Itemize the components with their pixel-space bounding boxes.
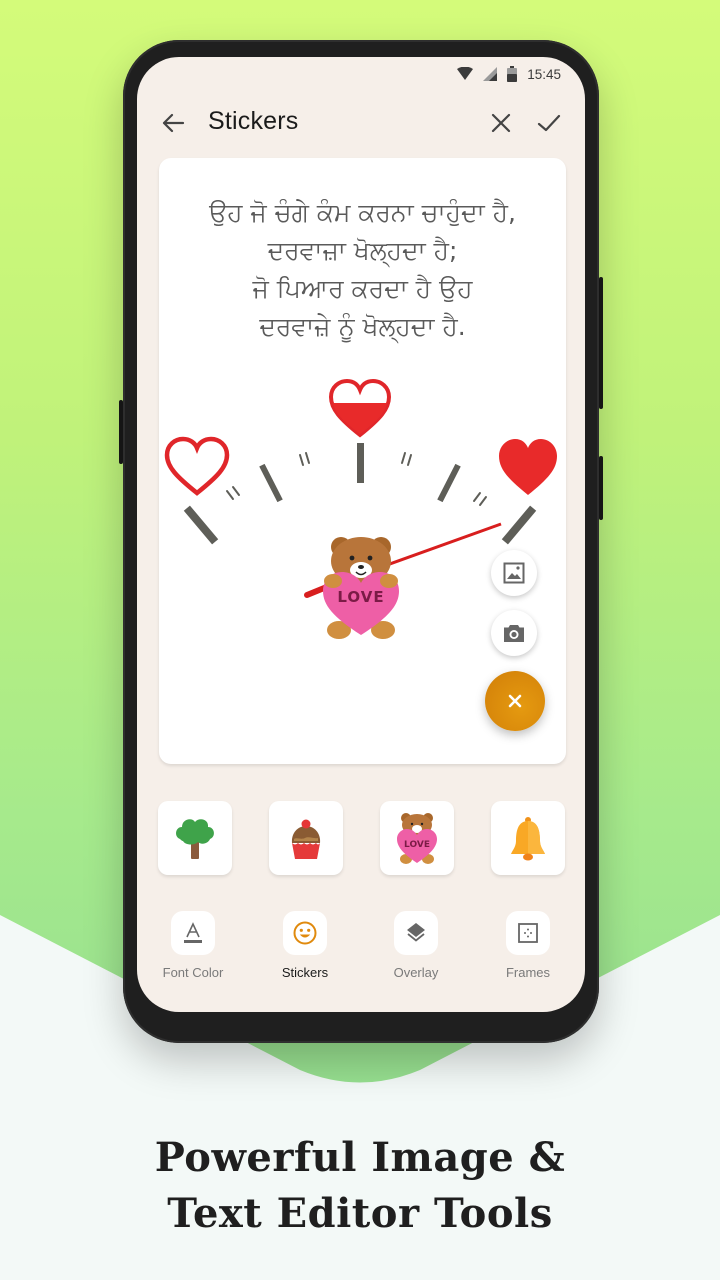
page-title: Stickers: [208, 107, 299, 135]
promo-tagline: Powerful Image & Text Editor Tools: [0, 1130, 720, 1242]
full-heart-icon: [499, 439, 557, 495]
teddy-love-sticker[interactable]: LOVE: [323, 537, 399, 639]
sticker-tree[interactable]: [158, 801, 232, 875]
layers-icon: [407, 923, 425, 942]
check-icon[interactable]: [535, 109, 563, 137]
love-gauge-graphic: LOVE: [164, 378, 557, 639]
battery-icon: [507, 66, 518, 82]
quote-line: ਜੋ ਪਿਆਰ ਕਰਦਾ ਹੈ ਉਹ: [252, 274, 473, 303]
bell-icon: [511, 817, 545, 861]
cupcake-icon: [291, 819, 321, 859]
tool-label: Stickers: [281, 965, 329, 980]
half-heart-icon: [328, 378, 392, 438]
smiley-icon: [293, 921, 317, 945]
phone-side-button: [599, 277, 603, 409]
empty-heart-icon: [164, 436, 230, 496]
font-color-icon: [184, 922, 202, 943]
close-menu-fab[interactable]: [485, 671, 545, 731]
editor-canvas[interactable]: ਉਹ ਜੋ ਚੰਗੇ ਕੰਮ ਕਰਨਾ ਚਾਹੁੰਦਾ ਹੈ, ਦਰਵਾਜ਼ਾ …: [159, 158, 566, 764]
phone-side-button: [119, 400, 123, 464]
phone-side-button: [599, 456, 603, 520]
add-image-button[interactable]: [491, 550, 537, 596]
close-icon[interactable]: [487, 109, 515, 137]
status-time: 15:45: [527, 66, 561, 82]
camera-button[interactable]: [491, 610, 537, 656]
arrow-left-icon[interactable]: [159, 109, 187, 137]
close-icon: [508, 694, 522, 708]
tree-icon: [176, 819, 214, 859]
tool-frames[interactable]: Frames: [478, 911, 578, 980]
cell-signal-icon: [483, 67, 498, 81]
tagline-line-1: Powerful Image &: [154, 1134, 566, 1181]
teddy-love-label: LOVE: [337, 588, 384, 606]
app-bar: Stickers: [137, 101, 585, 145]
image-icon: [503, 562, 525, 584]
sticker-teddy-love[interactable]: LOVE: [380, 801, 454, 875]
tagline-line-2: Text Editor Tools: [167, 1190, 553, 1237]
tool-bar: Font Color Stickers Overlay Frames: [137, 911, 585, 991]
teddy-love-icon: LOVE: [397, 813, 437, 864]
frame-icon: [518, 923, 538, 943]
tool-font-color[interactable]: Font Color: [143, 911, 243, 980]
quote-line: ਦਰਵਾਜ਼ੇ ਨੂੰ ਖੋਲ੍ਹਦਾ ਹੈ.: [259, 312, 466, 341]
sticker-teddy-label: LOVE: [404, 840, 430, 850]
status-bar: 15:45: [137, 57, 585, 91]
tool-stickers[interactable]: Stickers: [255, 911, 355, 980]
sticker-bell[interactable]: [491, 801, 565, 875]
phone-frame: 15:45 Stickers ਉਹ ਜੋ ਚੰਗੇ ਕੰਮ ਕਰਨਾ ਚਾਹੁੰ…: [119, 40, 603, 1043]
camera-icon: [504, 625, 524, 642]
quote-line: ਦਰਵਾਜ਼ਾ ਖੋਲ੍ਹਦਾ ਹੈ;: [267, 236, 458, 265]
phone-screen: 15:45 Stickers ਉਹ ਜੋ ਚੰਗੇ ਕੰਮ ਕਰਨਾ ਚਾਹੁੰ…: [137, 57, 585, 1012]
tool-label: Overlay: [393, 965, 439, 980]
sticker-tray: LOVE: [158, 801, 566, 875]
sticker-cupcake[interactable]: [269, 801, 343, 875]
tool-overlay[interactable]: Overlay: [366, 911, 466, 980]
quote-line: ਉਹ ਜੋ ਚੰਗੇ ਕੰਮ ਕਰਨਾ ਚਾਹੁੰਦਾ ਹੈ,: [209, 198, 516, 227]
quote-text[interactable]: ਉਹ ਜੋ ਚੰਗੇ ਕੰਮ ਕਰਨਾ ਚਾਹੁੰਦਾ ਹੈ, ਦਰਵਾਜ਼ਾ …: [159, 194, 566, 346]
wifi-icon: [457, 67, 474, 80]
tool-label: Frames: [505, 965, 551, 980]
tool-label: Font Color: [162, 965, 224, 980]
